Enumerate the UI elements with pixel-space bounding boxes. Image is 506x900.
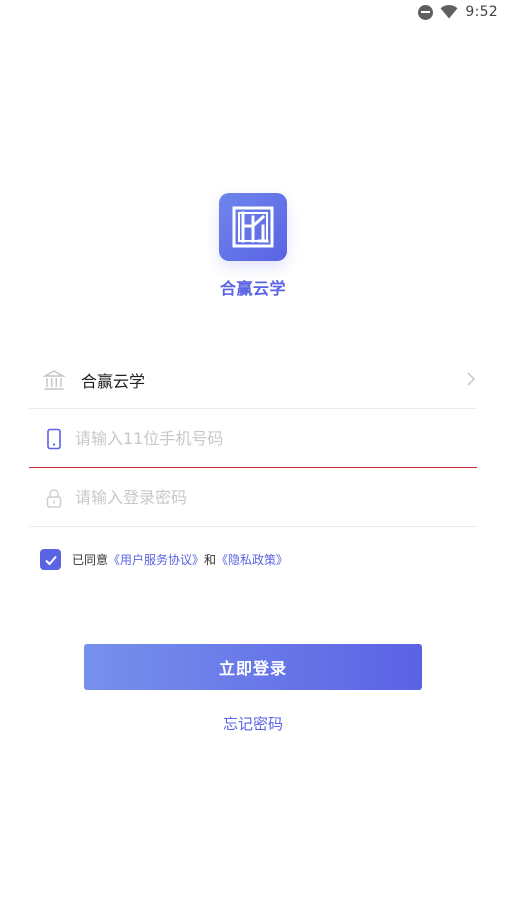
login-button[interactable]: 立即登录 — [84, 644, 422, 690]
agreement-conjunction: 和 — [204, 553, 217, 567]
organization-selector[interactable]: 合赢云学 — [29, 350, 477, 409]
status-bar: 9:52 — [0, 0, 506, 28]
status-icons: 9:52 — [418, 4, 498, 20]
password-field-row — [29, 468, 477, 527]
lock-icon — [46, 489, 62, 508]
agreement-checkbox[interactable] — [40, 549, 61, 570]
agreement-row: 已同意 《用户服务协议》 和 《隐私政策》 — [40, 549, 288, 570]
app-name: 合赢云学 — [219, 279, 286, 298]
privacy-link[interactable]: 《隐私政策》 — [216, 551, 288, 568]
password-input[interactable] — [75, 482, 455, 512]
phone-icon — [47, 428, 61, 450]
check-icon — [44, 555, 57, 565]
chevron-right-icon — [467, 372, 475, 386]
phone-input[interactable] — [75, 423, 455, 453]
status-time: 9:52 — [465, 4, 498, 20]
bank-icon — [43, 370, 65, 390]
agreement-prefix: 已同意 — [72, 553, 109, 567]
app-logo — [219, 193, 287, 261]
organization-value: 合赢云学 — [81, 372, 146, 391]
phone-field-row — [29, 409, 477, 468]
app-logo-icon — [232, 206, 274, 248]
do-not-disturb-icon — [418, 4, 434, 20]
terms-link[interactable]: 《用户服务协议》 — [108, 551, 204, 568]
wifi-icon — [440, 5, 458, 19]
forgot-password-link[interactable]: 忘记密码 — [203, 713, 303, 734]
